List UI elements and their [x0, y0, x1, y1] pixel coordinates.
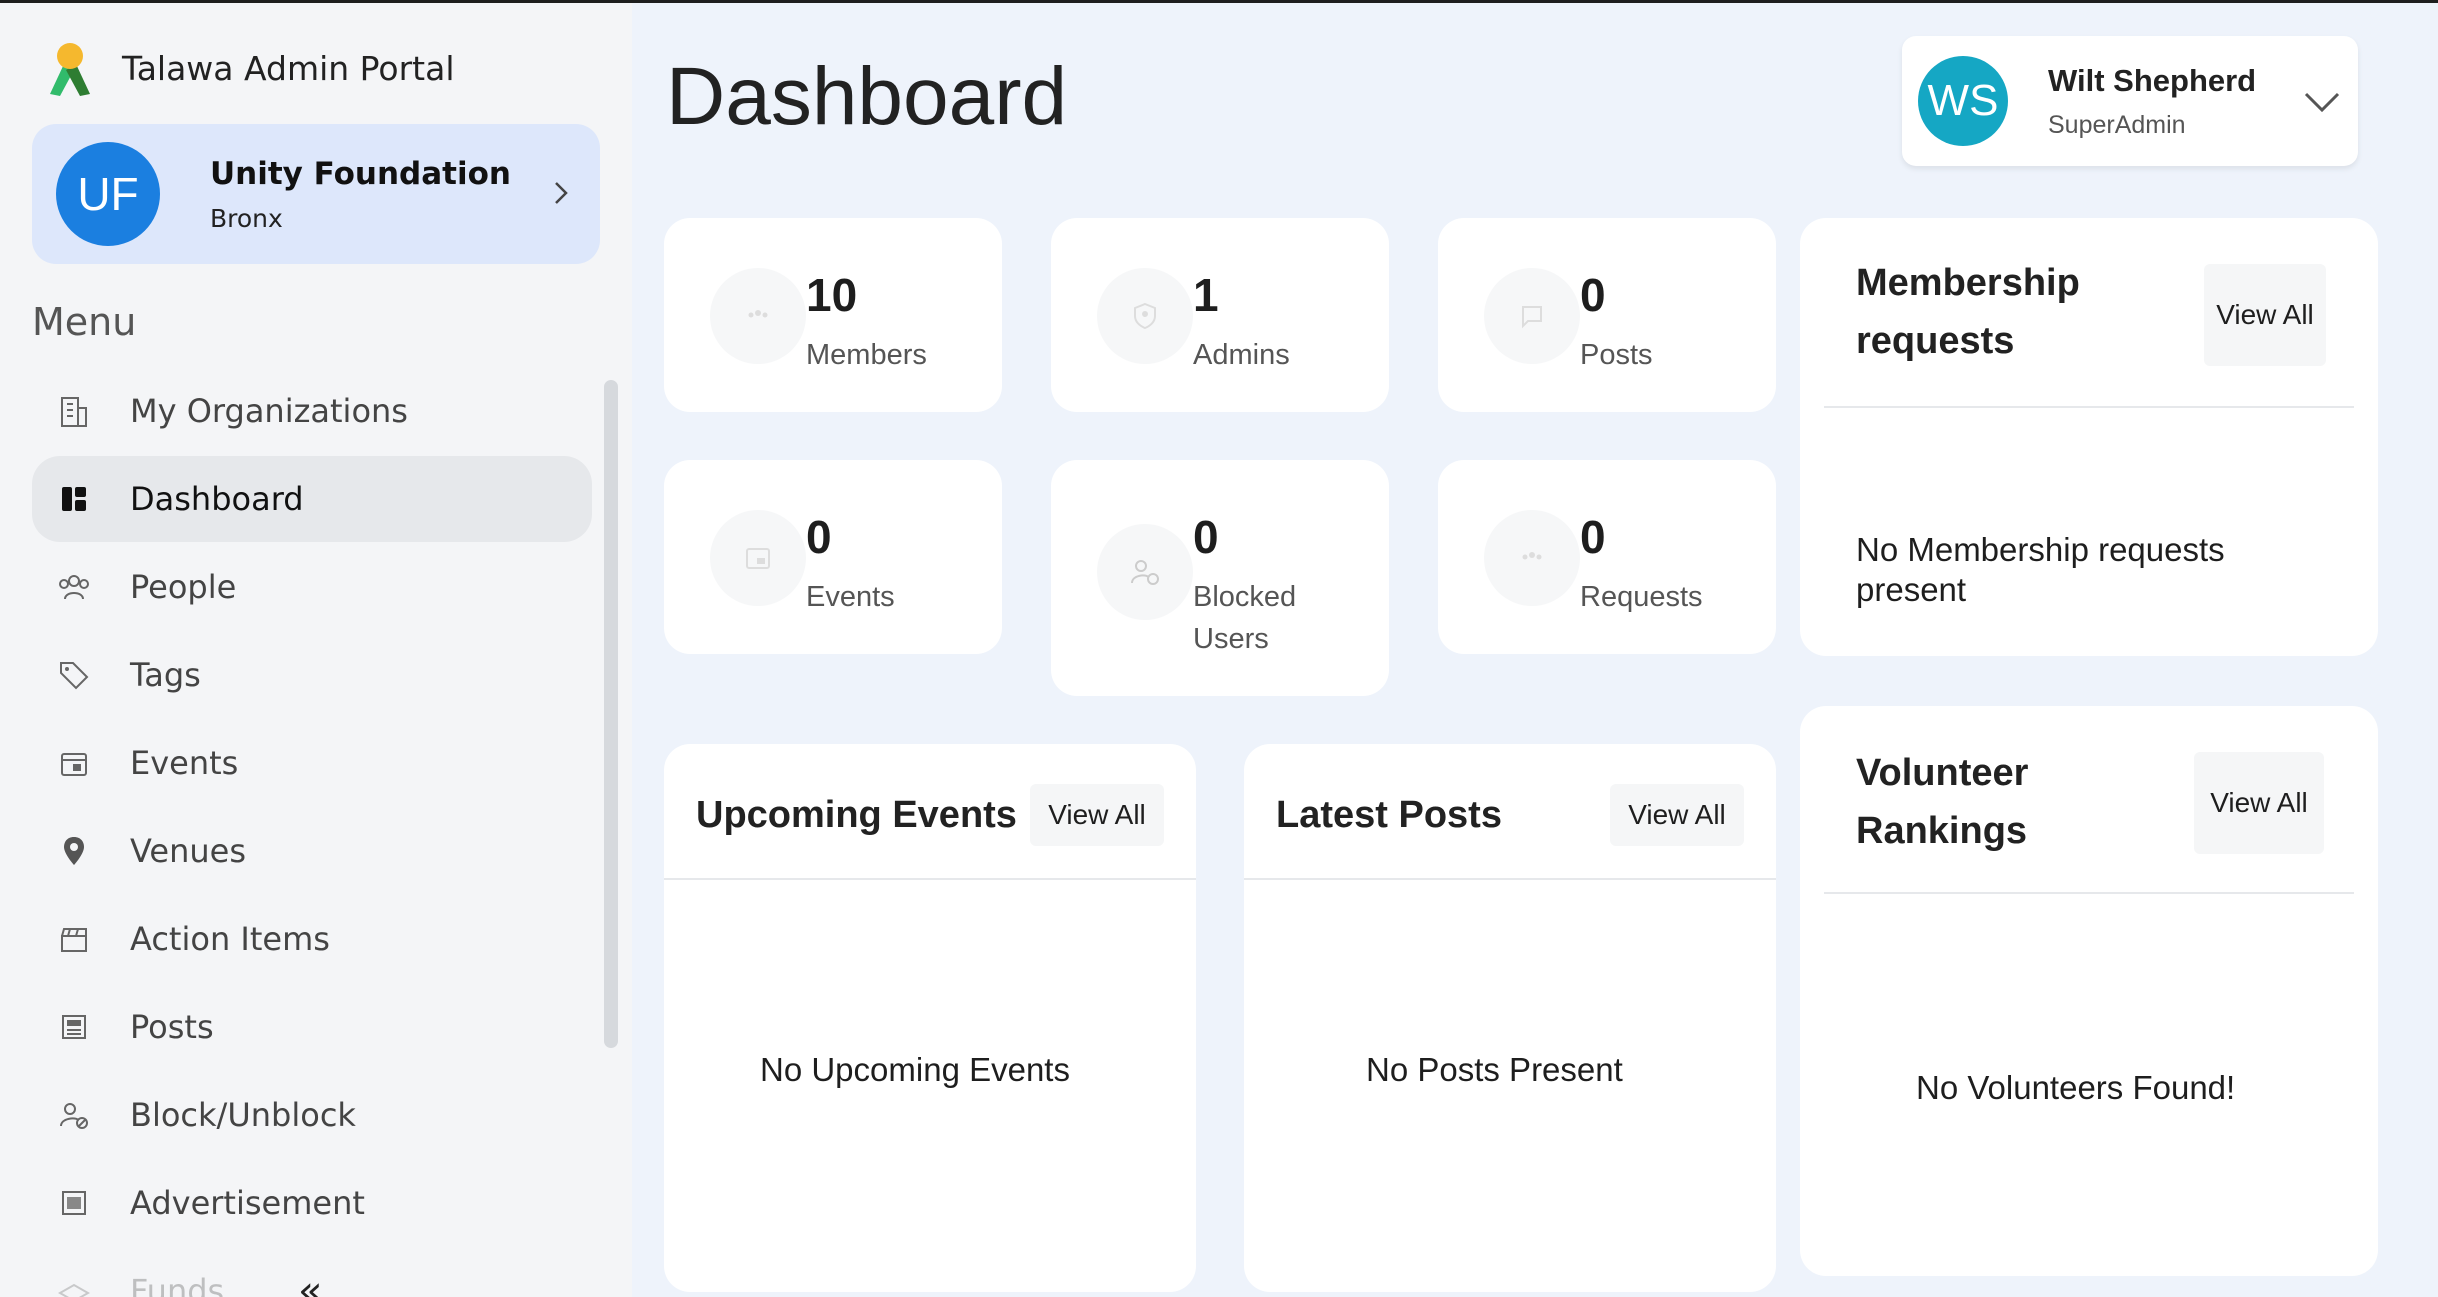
latest-posts-view-all-button[interactable]: View All	[1610, 784, 1744, 846]
stat-value: 10	[806, 269, 858, 321]
stat-label: Events	[806, 581, 895, 613]
stat-card-posts[interactable]: 0 Posts	[1438, 218, 1776, 412]
stat-label: Members	[806, 339, 927, 371]
sidebar-item-venues[interactable]: Venues	[32, 808, 592, 894]
sidebar-item-my-organizations[interactable]: My Organizations	[32, 368, 592, 454]
chevron-right-icon	[555, 182, 568, 204]
sidebar-item-action-items[interactable]: Action Items	[32, 896, 592, 982]
panel-divider	[664, 878, 1196, 880]
members-icon	[710, 268, 806, 364]
volunteer-rankings-view-all-button[interactable]: View All	[2194, 752, 2324, 854]
stat-card-events[interactable]: 0 Events	[664, 460, 1002, 654]
sidebar-item-posts[interactable]: Posts	[32, 984, 592, 1070]
volunteer-rankings-panel: Volunteer Rankings View All No Volunteer…	[1800, 706, 2378, 1276]
latest-posts-title: Latest Posts	[1276, 794, 1502, 836]
advertisement-icon	[54, 1183, 94, 1223]
sidebar-item-label: My Organizations	[130, 392, 408, 430]
volunteer-rankings-empty-message: No Volunteers Found!	[1916, 1069, 2236, 1106]
page-title: Dashboard	[666, 51, 1068, 142]
sidebar-item-people[interactable]: People	[32, 544, 592, 630]
sidebar-item-tags[interactable]: Tags	[32, 632, 592, 718]
organization-avatar: UF	[56, 142, 160, 246]
chevron-down-icon	[2304, 92, 2340, 113]
funds-icon	[54, 1271, 94, 1297]
sidebar-item-events[interactable]: Events	[32, 720, 592, 806]
sidebar-item-label: Block/Unblock	[130, 1096, 356, 1134]
requests-icon	[1484, 510, 1580, 606]
sidebar-menu: My Organizations Dashboard People Tags E…	[32, 368, 592, 1297]
user-block-icon	[54, 1095, 94, 1135]
user-avatar: WS	[1918, 56, 2008, 146]
stat-card-requests[interactable]: 0 Requests	[1438, 460, 1776, 654]
events-icon	[710, 510, 806, 606]
stat-card-members[interactable]: 10 Members	[664, 218, 1002, 412]
blocked-user-icon	[1097, 524, 1193, 620]
latest-posts-panel: Latest Posts View All No Posts Present	[1244, 744, 1776, 1292]
user-role: SuperAdmin	[2048, 110, 2186, 139]
admin-shield-icon	[1097, 268, 1193, 364]
calendar-icon	[54, 743, 94, 783]
upcoming-events-empty-message: No Upcoming Events	[760, 1051, 1070, 1088]
sidebar-item-label: Action Items	[130, 920, 330, 958]
upcoming-events-panel: Upcoming Events View All No Upcoming Eve…	[664, 744, 1196, 1292]
sidebar: Talawa Admin Portal UF Unity Foundation …	[0, 0, 632, 1297]
stat-value: 0	[806, 511, 832, 563]
sidebar-item-label: Events	[130, 744, 239, 782]
stat-value: 0	[1580, 269, 1606, 321]
dashboard-icon	[54, 479, 94, 519]
people-icon	[54, 567, 94, 607]
panel-divider	[1244, 878, 1776, 880]
user-name: Wilt Shepherd	[2048, 62, 2257, 98]
sidebar-item-label: Funds	[130, 1272, 225, 1297]
brand: Talawa Admin Portal	[44, 40, 454, 96]
sidebar-item-label: Venues	[130, 832, 247, 870]
sidebar-item-block-unblock[interactable]: Block/Unblock	[32, 1072, 592, 1158]
volunteer-rankings-title: Volunteer Rankings	[1856, 752, 2029, 852]
clapperboard-icon	[54, 919, 94, 959]
collapse-sidebar-button[interactable]: «	[298, 1268, 322, 1297]
panel-divider	[1824, 406, 2354, 408]
panel-divider	[1824, 892, 2354, 894]
menu-heading: Menu	[32, 300, 137, 344]
sidebar-item-label: Posts	[130, 1008, 214, 1046]
latest-posts-empty-message: No Posts Present	[1366, 1051, 1623, 1088]
talawa-logo-icon	[50, 43, 90, 96]
stat-value: 0	[1193, 511, 1219, 563]
stat-card-admins[interactable]: 1 Admins	[1051, 218, 1389, 412]
stat-value: 1	[1193, 269, 1219, 321]
sidebar-item-label: People	[130, 568, 237, 606]
stat-label: Admins	[1193, 339, 1290, 371]
tag-icon	[54, 655, 94, 695]
sidebar-item-advertisement[interactable]: Advertisement	[32, 1160, 592, 1246]
stat-value: 0	[1580, 511, 1606, 563]
membership-requests-panel: Membership requests View All No Membersh…	[1800, 218, 2378, 656]
stat-label: Posts	[1580, 339, 1653, 371]
membership-view-all-button[interactable]: View All	[2204, 264, 2326, 366]
membership-empty-message: No Membership requests present	[1856, 531, 2225, 608]
app-title: Talawa Admin Portal	[122, 48, 455, 88]
user-profile-dropdown[interactable]: WS Wilt Shepherd SuperAdmin	[1902, 36, 2358, 166]
upcoming-events-title: Upcoming Events	[696, 794, 1017, 836]
stat-card-blocked-users[interactable]: 0 Blocked Users	[1051, 460, 1389, 696]
upcoming-events-view-all-button[interactable]: View All	[1030, 784, 1164, 846]
sidebar-item-label: Advertisement	[130, 1184, 365, 1222]
posts-icon	[54, 1007, 94, 1047]
stat-label: Blocked Users	[1193, 581, 1297, 655]
sidebar-item-dashboard[interactable]: Dashboard	[32, 456, 592, 542]
sidebar-scrollbar[interactable]	[604, 380, 618, 1048]
building-icon	[54, 391, 94, 431]
organization-name: Unity Foundation	[210, 155, 511, 192]
membership-requests-title: Membership requests	[1856, 262, 2080, 362]
sidebar-item-label: Dashboard	[130, 480, 304, 518]
chat-bubble-icon	[1484, 268, 1580, 364]
location-pin-icon	[54, 831, 94, 871]
stat-label: Requests	[1580, 581, 1703, 613]
organization-switcher[interactable]: UF Unity Foundation Bronx	[32, 124, 600, 264]
organization-city: Bronx	[210, 203, 283, 233]
sidebar-item-label: Tags	[130, 656, 201, 694]
window-top-border	[0, 0, 2438, 3]
